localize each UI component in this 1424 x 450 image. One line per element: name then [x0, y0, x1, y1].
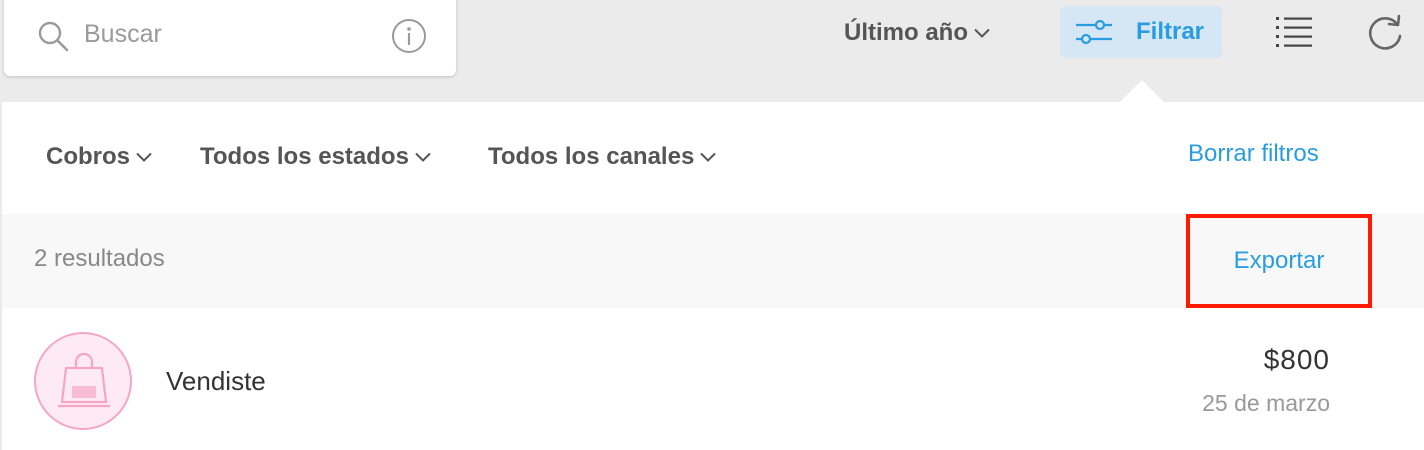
- channel-filter-dropdown[interactable]: Todos los canales: [488, 140, 717, 174]
- results-bar: 2 resultados Exportar: [2, 214, 1424, 308]
- results-count: 2 resultados: [34, 245, 165, 272]
- filter-button[interactable]: Filtrar: [1060, 6, 1222, 58]
- filter-panel: Cobros Todos los estados Todos los canal…: [2, 102, 1424, 450]
- chevron-down-icon: [974, 28, 990, 38]
- transaction-row[interactable]: Vendiste $800 25 de marzo: [2, 308, 1424, 450]
- clear-filters-link[interactable]: Borrar filtros: [1188, 140, 1319, 168]
- transaction-avatar: [34, 332, 132, 430]
- search-input[interactable]: [84, 12, 364, 56]
- chevron-down-icon: [136, 152, 152, 162]
- info-icon[interactable]: [390, 17, 428, 55]
- panel-pointer: [1120, 80, 1164, 102]
- sliders-icon: [1076, 19, 1112, 45]
- transaction-amount: $800: [1263, 344, 1330, 375]
- filters-row: Cobros Todos los estados Todos los canal…: [2, 102, 1424, 214]
- status-filter-label: Todos los estados: [200, 143, 409, 170]
- channel-filter-label: Todos los canales: [488, 143, 695, 170]
- transaction-date: 25 de marzo: [1202, 390, 1330, 416]
- list-icon[interactable]: [1274, 14, 1314, 48]
- period-dropdown[interactable]: Último año: [844, 14, 990, 52]
- type-filter-label: Cobros: [46, 143, 130, 170]
- chevron-down-icon: [700, 152, 717, 162]
- transaction-title: Vendiste: [166, 366, 266, 396]
- search-box[interactable]: [4, 0, 456, 76]
- period-label: Último año: [844, 19, 968, 46]
- chevron-down-icon: [415, 152, 431, 162]
- filter-label: Filtrar: [1136, 18, 1205, 45]
- export-label: Exportar: [1233, 247, 1325, 274]
- search-icon: [38, 21, 69, 52]
- export-button[interactable]: Exportar: [1186, 214, 1372, 308]
- status-filter-dropdown[interactable]: Todos los estados: [200, 140, 431, 174]
- type-filter-dropdown[interactable]: Cobros: [46, 140, 152, 174]
- refresh-icon[interactable]: [1366, 12, 1404, 52]
- shopping-bag-icon: [58, 352, 110, 408]
